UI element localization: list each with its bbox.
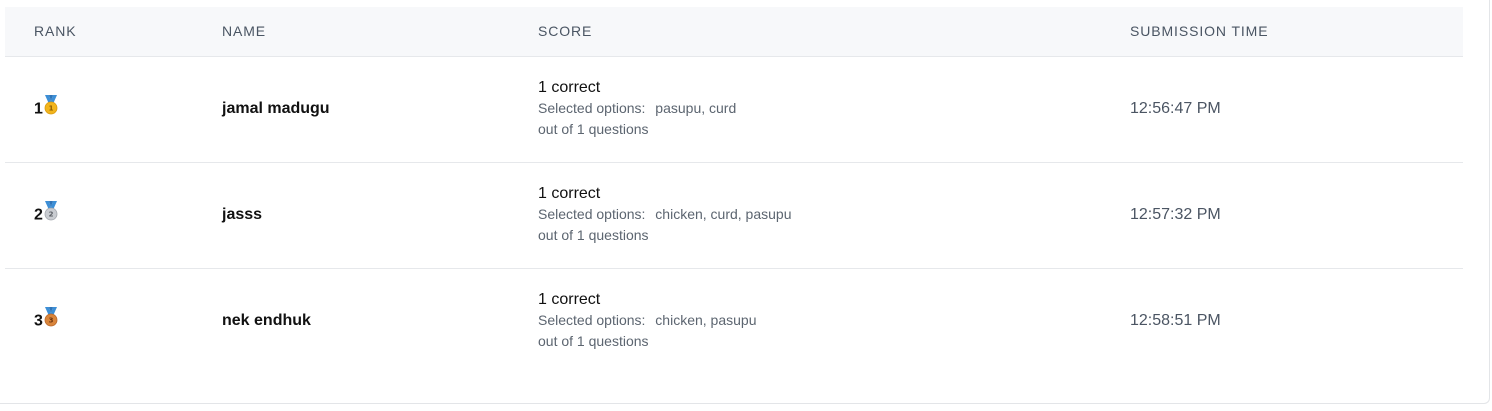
selected-options-label: Selected options: (538, 206, 646, 222)
rank-cell: 33 (5, 268, 222, 374)
score-out-of: out of 1 questions (538, 121, 649, 137)
header-row: RANK NAME SCORE SUBMISSION TIME (5, 7, 1463, 56)
table-header: RANK NAME SCORE SUBMISSION TIME (5, 7, 1463, 56)
time-cell: 12:56:47 PM (1130, 56, 1463, 162)
score-cell: 1 correct Selected options: chicken, cur… (538, 162, 1130, 268)
player-name: nek endhuk (222, 312, 311, 330)
table-row[interactable]: 33 nek endhuk 1 correct Selected options… (5, 268, 1463, 374)
score-cell: 1 correct Selected options: pasupu, curd… (538, 56, 1130, 162)
selected-options-value: chicken, curd, pasupu (655, 206, 792, 222)
score-out-of: out of 1 questions (538, 333, 649, 350)
time-cell: 12:58:51 PM (1130, 268, 1463, 374)
submission-time: 12:57:32 PM (1130, 206, 1221, 223)
rank-number: 1 (34, 100, 43, 118)
score-correct: 1 correct (538, 291, 601, 309)
leaderboard-card: RANK NAME SCORE SUBMISSION TIME 11 jamal… (0, 0, 1490, 404)
gold-medal-icon: 1 (44, 94, 58, 120)
player-name: jasss (222, 206, 263, 223)
rank-cell: 22 (5, 162, 222, 268)
time-cell: 12:57:32 PM (1130, 162, 1463, 268)
silver-medal-icon: 2 (44, 200, 58, 226)
selected-options-label: Selected options: (538, 312, 646, 329)
svg-text:3: 3 (48, 316, 53, 324)
svg-text:1: 1 (48, 104, 53, 112)
rank-number: 3 (34, 312, 43, 330)
name-cell: jamal madugu (222, 56, 538, 162)
selected-options: Selected options: chicken, pasupu (538, 310, 1130, 331)
name-cell: jasss (222, 162, 538, 268)
header-name[interactable]: NAME (222, 7, 538, 56)
svg-text:2: 2 (48, 210, 53, 218)
submission-time: 12:56:47 PM (1130, 100, 1221, 117)
selected-options-label: Selected options: (538, 100, 646, 116)
leaderboard-table: RANK NAME SCORE SUBMISSION TIME 11 jamal… (5, 7, 1463, 374)
header-score[interactable]: SCORE (538, 7, 1130, 56)
header-rank[interactable]: RANK (5, 7, 222, 56)
table-row[interactable]: 11 jamal madugu 1 correct Selected optio… (5, 56, 1463, 162)
header-submission-time[interactable]: SUBMISSION TIME (1130, 7, 1463, 56)
score-out-of: out of 1 questions (538, 227, 649, 243)
player-name: jamal madugu (222, 100, 330, 117)
selected-options-value: pasupu, curd (655, 100, 737, 116)
table-body: 11 jamal madugu 1 correct Selected optio… (5, 56, 1463, 374)
bronze-medal-icon: 3 (44, 306, 58, 332)
score-correct: 1 correct (538, 185, 601, 202)
score-correct: 1 correct (538, 79, 601, 96)
selected-options-value: chicken, pasupu (655, 312, 757, 329)
rank-cell: 11 (5, 56, 222, 162)
table-row[interactable]: 22 jasss 1 correct Selected options: chi… (5, 162, 1463, 268)
selected-options: Selected options: chicken, curd, pasupu (538, 204, 1130, 225)
name-cell: nek endhuk (222, 268, 538, 374)
submission-time: 12:58:51 PM (1130, 312, 1221, 330)
score-cell: 1 correct Selected options: chicken, pas… (538, 268, 1130, 374)
rank-number: 2 (34, 206, 43, 224)
selected-options: Selected options: pasupu, curd (538, 98, 1130, 119)
